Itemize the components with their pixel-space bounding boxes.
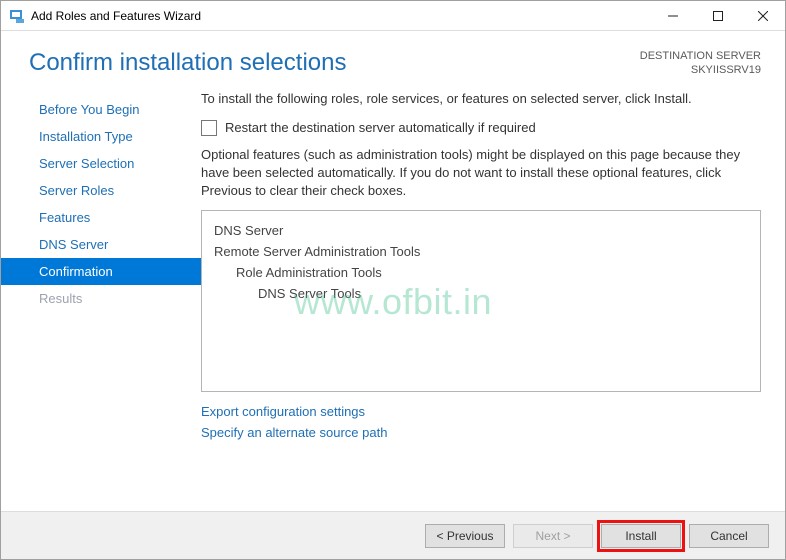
wizard-body: Confirm installation selections DESTINAT… [1, 31, 785, 511]
content-area: Before You Begin Installation Type Serve… [1, 78, 785, 444]
list-item: DNS Server [214, 221, 748, 242]
nav-server-roles[interactable]: Server Roles [1, 177, 201, 204]
close-button[interactable] [740, 1, 785, 30]
next-button: Next > [513, 524, 593, 548]
window-title: Add Roles and Features Wizard [31, 9, 650, 23]
window-controls [650, 1, 785, 30]
instruction-text: To install the following roles, role ser… [201, 90, 761, 108]
selections-listbox[interactable]: DNS Server Remote Server Administration … [201, 210, 761, 392]
server-manager-icon [9, 8, 25, 24]
wizard-window: Add Roles and Features Wizard Confirm in… [0, 0, 786, 560]
minimize-button[interactable] [650, 1, 695, 30]
list-item: DNS Server Tools [214, 284, 748, 305]
wizard-nav: Before You Begin Installation Type Serve… [1, 90, 201, 444]
destination-server-name: SKYIISSRV19 [640, 63, 761, 77]
previous-button[interactable]: < Previous [425, 524, 505, 548]
nav-server-selection[interactable]: Server Selection [1, 150, 201, 177]
cancel-button[interactable]: Cancel [689, 524, 769, 548]
alternate-source-link[interactable]: Specify an alternate source path [201, 425, 387, 440]
restart-checkbox-label: Restart the destination server automatic… [225, 120, 536, 135]
nav-before-you-begin[interactable]: Before You Begin [1, 96, 201, 123]
wizard-footer: < Previous Next > Install Cancel [1, 511, 785, 559]
list-item: Remote Server Administration Tools [214, 242, 748, 263]
header-row: Confirm installation selections DESTINAT… [1, 31, 785, 78]
install-button[interactable]: Install [601, 524, 681, 548]
destination-server-block: DESTINATION SERVER SKYIISSRV19 [640, 49, 761, 78]
nav-installation-type[interactable]: Installation Type [1, 123, 201, 150]
restart-checkbox-row: Restart the destination server automatic… [201, 120, 761, 136]
list-item: Role Administration Tools [214, 263, 748, 284]
nav-confirmation[interactable]: Confirmation [1, 258, 201, 285]
nav-features[interactable]: Features [1, 204, 201, 231]
links-block: Export configuration settings Specify an… [201, 402, 761, 444]
page-title: Confirm installation selections [29, 49, 346, 77]
restart-checkbox[interactable] [201, 120, 217, 136]
export-config-link[interactable]: Export configuration settings [201, 404, 365, 419]
nav-results: Results [1, 285, 201, 312]
nav-dns-server[interactable]: DNS Server [1, 231, 201, 258]
main-panel: To install the following roles, role ser… [201, 90, 761, 444]
maximize-button[interactable] [695, 1, 740, 30]
titlebar: Add Roles and Features Wizard [1, 1, 785, 31]
optional-features-text: Optional features (such as administratio… [201, 146, 761, 201]
destination-label: DESTINATION SERVER [640, 49, 761, 63]
